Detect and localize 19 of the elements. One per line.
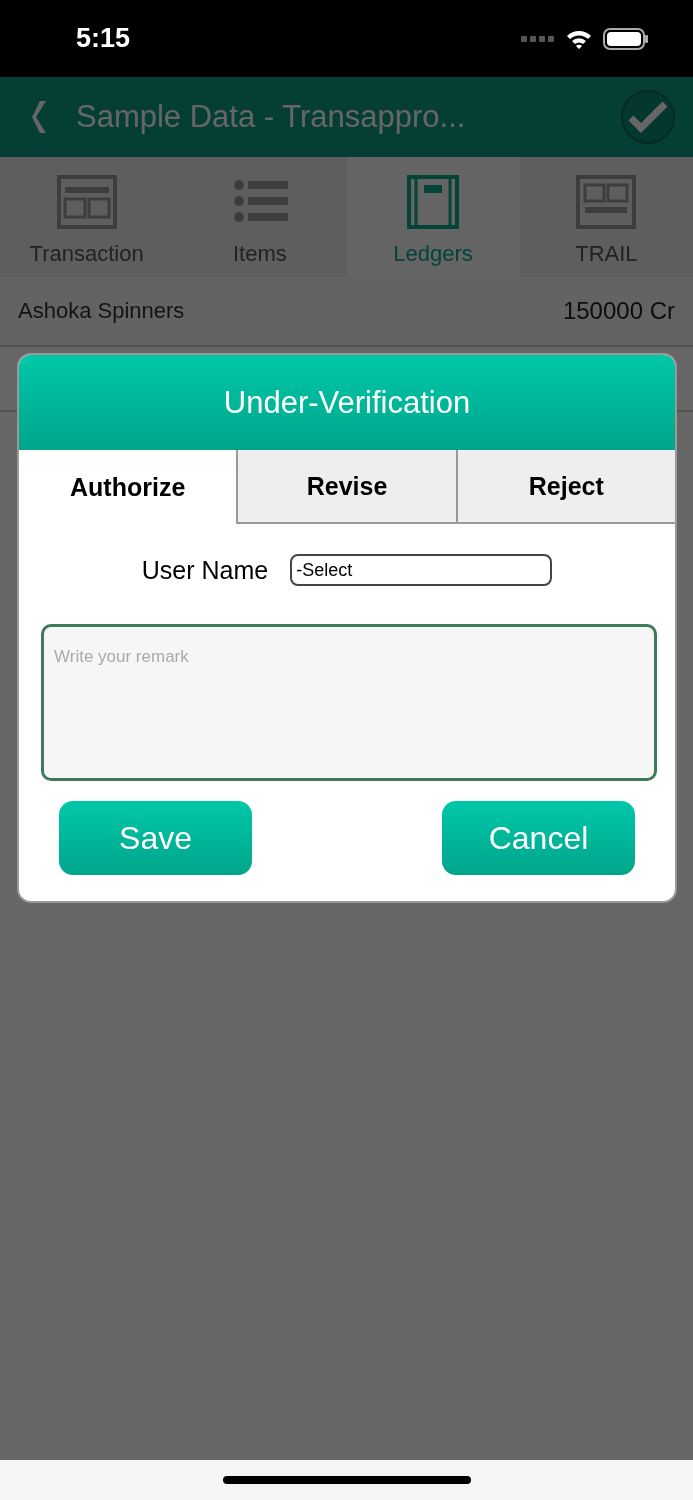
battery-icon [603,27,649,50]
user-name-label: User Name [141,555,269,585]
dialog-title: Under-Verification [223,384,471,421]
check-icon [628,100,668,134]
user-name-select[interactable]: -Select [290,554,553,586]
signal-icon [521,34,555,43]
cancel-button[interactable]: Cancel [442,801,635,875]
ledger-name: Ashoka Spinners [18,298,185,324]
confirm-button[interactable] [621,90,675,144]
panels-icon [576,175,637,231]
layout-icon [56,175,117,231]
save-button[interactable]: Save [59,801,252,875]
clock-time: 5:15 [76,23,131,54]
ledger-amount: 150000 Cr [562,297,675,325]
section-tab[interactable]: Ledgers [346,157,520,277]
screen-title: Sample Data - Transappro... [76,99,467,135]
remark-field[interactable]: Write your remark [41,624,657,781]
action-tab[interactable]: Reject [455,450,675,524]
action-tab[interactable]: Revise [236,450,456,524]
